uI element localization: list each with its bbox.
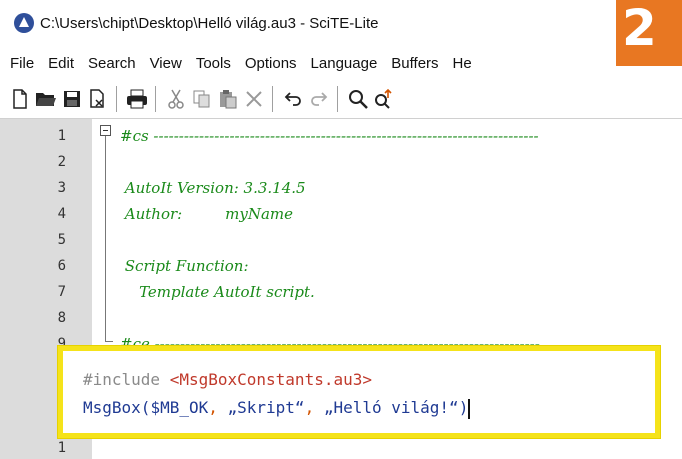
menu-file[interactable]: File xyxy=(10,55,34,72)
print-icon[interactable] xyxy=(125,87,149,111)
replace-icon[interactable] xyxy=(372,87,396,111)
include-file: <MsgBoxConstants.au3> xyxy=(169,370,372,389)
window-title: C:\Users\chipt\Desktop\Helló világ.au3 -… xyxy=(40,14,379,32)
code-line: 6 Script Function: xyxy=(0,253,682,279)
toolbar-separator xyxy=(155,86,156,112)
title-string: „Skript“ xyxy=(227,398,305,417)
redo-icon[interactable] xyxy=(307,87,331,111)
undo-icon[interactable] xyxy=(281,87,305,111)
line-number: 1 xyxy=(0,357,66,383)
cut-icon[interactable] xyxy=(164,87,188,111)
code-text: Script Function: xyxy=(120,257,249,275)
include-line: #include <MsgBoxConstants.au3> xyxy=(83,367,372,393)
toolbar-separator xyxy=(116,86,117,112)
include-directive: #include xyxy=(83,370,161,389)
line-number: 7 xyxy=(57,284,66,300)
line-number: 9 xyxy=(57,336,66,352)
line-number: 1 xyxy=(57,440,66,456)
code-line: 1 xyxy=(0,435,682,459)
save-icon[interactable] xyxy=(60,87,84,111)
code-line: 2 xyxy=(0,149,682,175)
menu-bar: File Edit Search View Tools Options Lang… xyxy=(0,46,682,80)
menu-search[interactable]: Search xyxy=(88,55,136,72)
line-number: 3 xyxy=(57,180,66,196)
menu-buffers[interactable]: Buffers xyxy=(391,55,438,72)
code-text: Template AutoIt script. xyxy=(120,283,315,301)
line-number: 4 xyxy=(57,206,66,222)
menu-help[interactable]: He xyxy=(453,55,472,72)
scite-app-icon[interactable] xyxy=(14,13,34,33)
line-number: 6 xyxy=(57,258,66,274)
code-text: #cs ------------------------------------… xyxy=(120,127,539,145)
toolbar xyxy=(0,80,682,118)
highlighted-code-callout: #include <MsgBoxConstants.au3> MsgBox($M… xyxy=(58,346,660,438)
message-string: „Helló világ!“ xyxy=(323,398,459,417)
menu-options[interactable]: Options xyxy=(245,55,297,72)
toolbar-separator xyxy=(272,86,273,112)
close-file-icon[interactable] xyxy=(86,87,110,111)
code-text: Author: myName xyxy=(120,205,293,223)
toolbar-separator xyxy=(337,86,338,112)
line-number: 2 xyxy=(57,154,66,170)
close-paren: ) xyxy=(458,398,469,417)
code-line: 8 xyxy=(0,305,682,331)
menu-tools[interactable]: Tools xyxy=(196,55,231,72)
comma: , xyxy=(208,398,228,417)
step-number-badge: 2 xyxy=(616,0,682,66)
open-paren: ( xyxy=(140,398,151,417)
title-bar: C:\Users\chipt\Desktop\Helló világ.au3 -… xyxy=(0,0,682,46)
paste-icon[interactable] xyxy=(216,87,240,111)
new-file-icon[interactable] xyxy=(8,87,32,111)
code-line: 7 Template AutoIt script. xyxy=(0,279,682,305)
code-line: 3 AutoIt Version: 3.3.14.5 xyxy=(0,175,682,201)
menu-language[interactable]: Language xyxy=(311,55,378,72)
mb-ok-constant: $MB_OK xyxy=(150,398,209,417)
code-text: AutoIt Version: 3.3.14.5 xyxy=(120,179,306,197)
msgbox-line: MsgBox($MB_OK, „Skript“, „Helló világ!“) xyxy=(83,395,471,421)
code-line: 1 #cs ----------------------------------… xyxy=(0,123,682,149)
msgbox-function: MsgBox xyxy=(83,398,141,417)
delete-icon[interactable] xyxy=(242,87,266,111)
comma: , xyxy=(304,398,324,417)
line-number: 8 xyxy=(57,310,66,326)
text-cursor xyxy=(468,398,471,419)
code-line: 4 Author: myName xyxy=(0,201,682,227)
find-icon[interactable] xyxy=(346,87,370,111)
line-number: 1 xyxy=(57,128,66,144)
line-number: 1 xyxy=(0,409,66,435)
open-folder-icon[interactable] xyxy=(34,87,58,111)
line-number: 5 xyxy=(57,232,66,248)
line-number: 1 xyxy=(0,383,66,409)
menu-view[interactable]: View xyxy=(150,55,182,72)
menu-edit[interactable]: Edit xyxy=(48,55,74,72)
code-line: 5 xyxy=(0,227,682,253)
copy-icon[interactable] xyxy=(190,87,214,111)
